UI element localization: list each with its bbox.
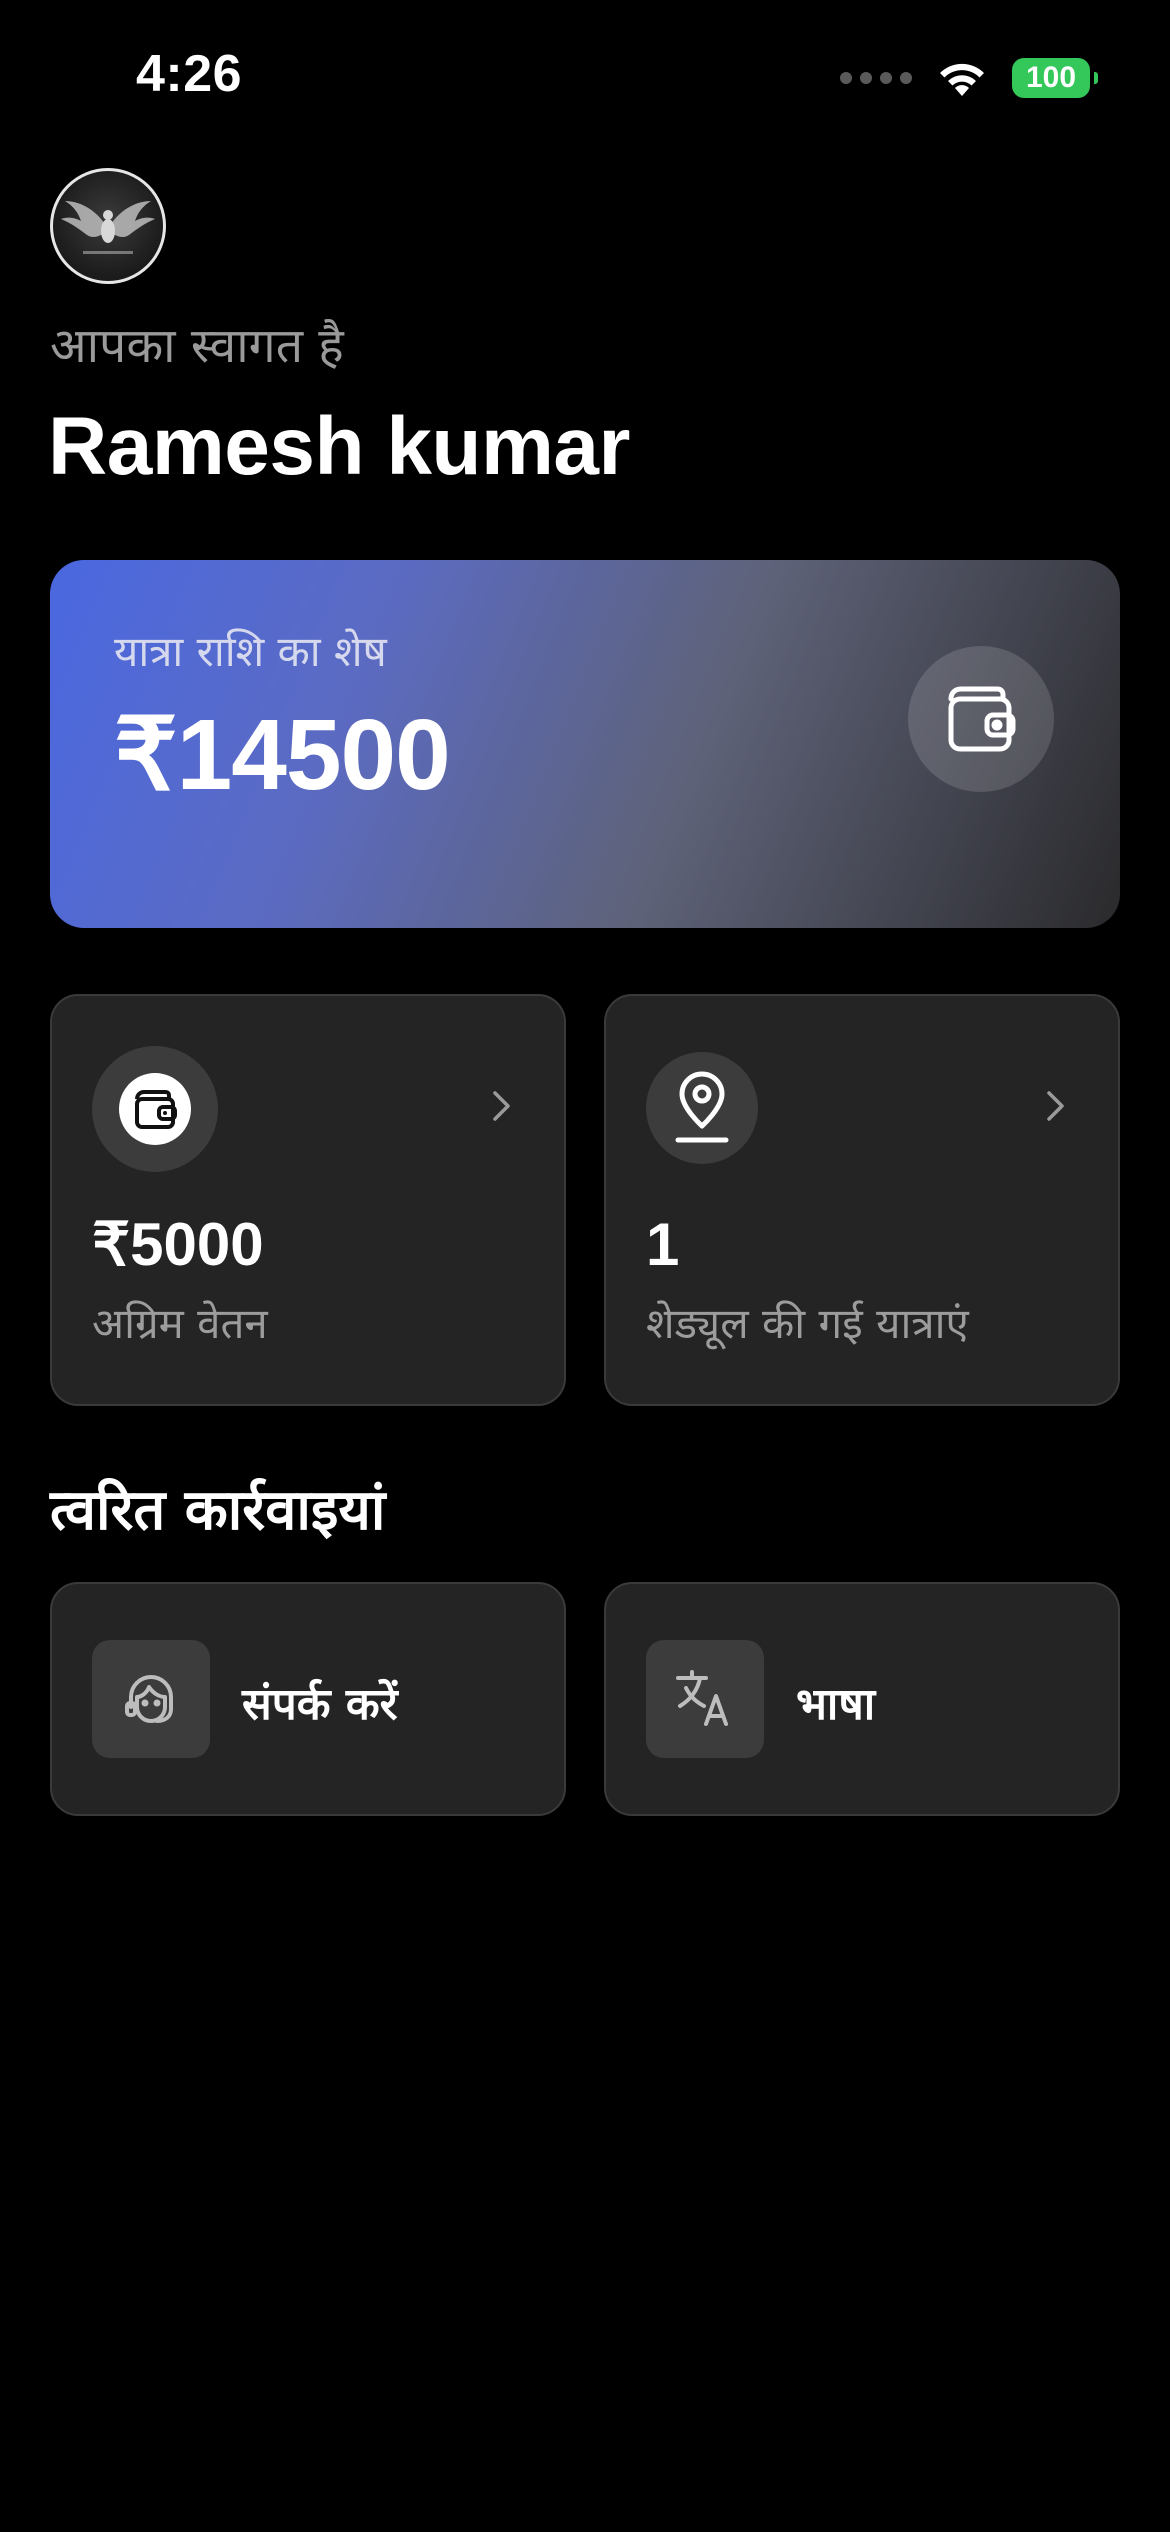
chevron-right-icon xyxy=(484,1088,520,1124)
location-pin-icon xyxy=(675,1071,729,1143)
wallet-icon-container xyxy=(92,1046,218,1172)
quick-actions-title: त्वरित कार्रवाइयां xyxy=(50,1478,386,1543)
welcome-text: आपका स्वागत है xyxy=(50,318,344,374)
support-agent-icon xyxy=(92,1640,210,1758)
eagle-wings-logo xyxy=(50,168,166,284)
chevron-right-icon xyxy=(1038,1088,1074,1124)
advance-salary-card[interactable]: ₹5000 अग्रिम वेतन xyxy=(50,994,566,1406)
status-time: 4:26 xyxy=(136,45,243,103)
balance-label: यात्रा राशि का शेष xyxy=(114,627,387,676)
language-button[interactable]: भाषा xyxy=(604,1582,1120,1816)
battery-level: 100 xyxy=(1025,61,1077,94)
balance-value: ₹14500 xyxy=(114,699,451,811)
wallet-icon xyxy=(119,1073,191,1145)
wifi-icon xyxy=(940,63,984,96)
location-pin-icon-container xyxy=(646,1052,758,1164)
balance-card[interactable]: यात्रा राशि का शेष ₹14500 xyxy=(50,560,1120,928)
scheduled-trips-value: 1 xyxy=(646,1211,680,1278)
advance-salary-label: अग्रिम वेतन xyxy=(92,1299,268,1348)
contact-us-label: संपर्क करें xyxy=(242,1679,398,1730)
user-name: Ramesh kumar xyxy=(48,401,630,492)
advance-salary-value: ₹5000 xyxy=(92,1211,264,1278)
signal-dots-icon xyxy=(840,72,912,84)
status-indicators: 100 xyxy=(840,58,1098,98)
language-label: भाषा xyxy=(796,1679,876,1730)
contact-us-button[interactable]: संपर्क करें xyxy=(50,1582,566,1816)
wallet-icon xyxy=(908,646,1054,792)
translate-icon xyxy=(646,1640,764,1758)
scheduled-trips-label: शेड्यूल की गई यात्राएं xyxy=(646,1299,969,1348)
scheduled-trips-card[interactable]: 1 शेड्यूल की गई यात्राएं xyxy=(604,994,1120,1406)
battery-icon: 100 xyxy=(1012,58,1098,98)
home-screen: 4:26 100 आपका स्वागत है Ramesh kumar यात… xyxy=(0,0,1170,2532)
